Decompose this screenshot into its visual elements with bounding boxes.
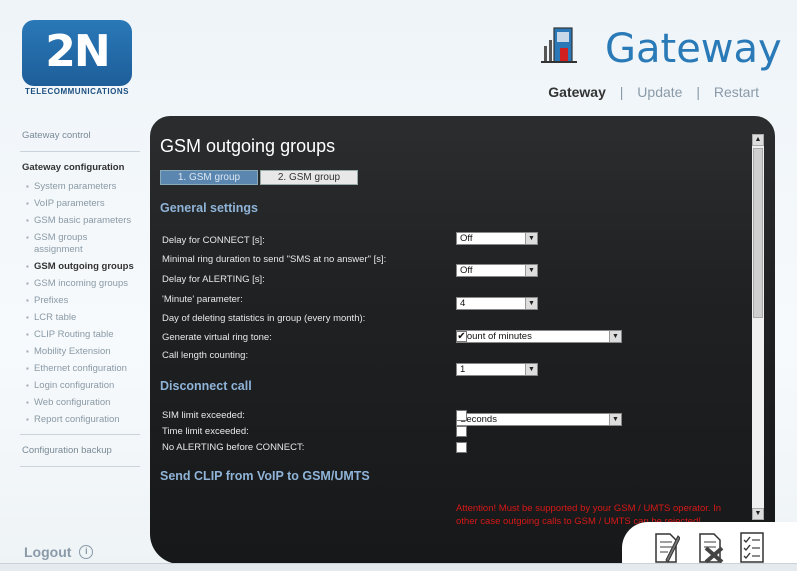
sidebar-item-voip-parameters[interactable]: VoIP parameters bbox=[20, 198, 140, 210]
sidebar-item-clip-routing-table[interactable]: CLIP Routing table bbox=[20, 329, 140, 341]
checkbox-generate-virtual-ring-tone[interactable]: ✔ bbox=[456, 331, 467, 342]
label-sim-limit-exceeded: SIM limit exceeded: bbox=[162, 410, 245, 421]
scrollbar-thumb[interactable] bbox=[753, 148, 763, 318]
select-delay-alerting[interactable]: 4 ▼ bbox=[456, 297, 538, 310]
checklist-icon[interactable] bbox=[738, 530, 766, 564]
section-send-clip: Send CLIP from VoIP to GSM/UMTS bbox=[160, 469, 370, 483]
sidebar-item-system-parameters[interactable]: System parameters bbox=[20, 181, 140, 193]
logout-label: Logout bbox=[24, 544, 72, 560]
label-day-deleting-statistics: Day of deleting statistics in group (eve… bbox=[162, 313, 366, 324]
edit-document-icon[interactable] bbox=[652, 530, 680, 564]
label-generate-virtual-ring-tone: Generate virtual ring tone: bbox=[162, 332, 272, 343]
select-value: 1 bbox=[460, 364, 466, 375]
sidebar-gateway-configuration[interactable]: Gateway configuration bbox=[20, 160, 140, 175]
select-call-length-counting[interactable]: Seconds ▼ bbox=[456, 413, 622, 426]
label-minimal-ring-duration: Minimal ring duration to send "SMS at no… bbox=[162, 254, 387, 265]
label-no-alerting-before-connect: No ALERTING before CONNECT: bbox=[162, 442, 305, 453]
sidebar-item-report-configuration[interactable]: Report configuration bbox=[20, 414, 140, 426]
select-value: Count of minutes bbox=[460, 331, 532, 342]
logo-subtitle: TELECOMMUNICATIONS bbox=[25, 87, 129, 96]
bottom-bar bbox=[0, 563, 797, 571]
sidebar-configuration-backup[interactable]: Configuration backup bbox=[20, 443, 140, 458]
logout-link[interactable]: Logout i bbox=[24, 544, 94, 560]
sidebar-divider bbox=[20, 434, 140, 435]
chevron-down-icon: ▼ bbox=[525, 364, 537, 375]
tab-gsm-group-1[interactable]: 1. GSM group bbox=[160, 170, 258, 185]
gateway-device-icon bbox=[541, 27, 577, 63]
section-disconnect-call: Disconnect call bbox=[160, 379, 252, 393]
warning-line: Attention! Must be supported by your GSM… bbox=[456, 503, 722, 514]
group-tabs: 1. GSM group 2. GSM group bbox=[160, 170, 360, 185]
checkbox-time-limit-exceeded[interactable] bbox=[456, 426, 467, 437]
sidebar-item-gsm-basic-parameters[interactable]: GSM basic parameters bbox=[20, 215, 140, 227]
info-icon: i bbox=[79, 545, 94, 559]
nav-separator: | bbox=[696, 84, 700, 100]
label-call-length-counting: Call length counting: bbox=[162, 350, 249, 361]
logo-text: 2N bbox=[45, 26, 110, 77]
label-delay-connect: Delay for CONNECT [s]: bbox=[162, 235, 265, 246]
sidebar-item-ethernet-configuration[interactable]: Ethernet configuration bbox=[20, 363, 140, 375]
sidebar-item-gsm-incoming-groups[interactable]: GSM incoming groups bbox=[20, 278, 140, 290]
scroll-down-arrow-icon[interactable]: ▼ bbox=[752, 508, 764, 520]
chevron-down-icon: ▼ bbox=[525, 298, 537, 309]
sidebar-gateway-control[interactable]: Gateway control bbox=[20, 128, 140, 143]
sidebar-item-prefixes[interactable]: Prefixes bbox=[20, 295, 140, 307]
checkbox-no-alerting-before-connect[interactable] bbox=[456, 442, 467, 453]
select-value: Off bbox=[460, 265, 473, 276]
company-logo: 2N bbox=[22, 20, 132, 86]
sidebar-item-web-configuration[interactable]: Web configuration bbox=[20, 397, 140, 409]
sidebar: Gateway control Gateway configuration Sy… bbox=[20, 128, 140, 475]
checkbox-sim-limit-exceeded[interactable] bbox=[456, 410, 467, 421]
label-time-limit-exceeded: Time limit exceeded: bbox=[162, 426, 249, 437]
delete-document-icon[interactable] bbox=[696, 530, 724, 564]
page-title: GSM outgoing groups bbox=[160, 136, 336, 156]
nav-separator: | bbox=[619, 84, 624, 100]
nav-gateway[interactable]: Gateway bbox=[548, 84, 606, 100]
main-panel: GSM outgoing groups 1. GSM group 2. GSM … bbox=[150, 116, 775, 564]
select-minute-parameter[interactable]: Count of minutes ▼ bbox=[456, 330, 622, 343]
select-value: Off bbox=[460, 233, 473, 244]
select-minimal-ring-duration[interactable]: Off ▼ bbox=[456, 264, 538, 277]
top-navigation: Gateway | Update | Restart bbox=[548, 84, 759, 100]
sidebar-divider bbox=[20, 466, 140, 467]
chevron-down-icon: ▼ bbox=[609, 331, 621, 342]
sidebar-item-lcr-table[interactable]: LCR table bbox=[20, 312, 140, 324]
sidebar-item-gsm-outgoing-groups[interactable]: GSM outgoing groups bbox=[20, 261, 140, 273]
product-title: Gateway bbox=[605, 26, 782, 72]
sidebar-divider bbox=[20, 151, 140, 152]
nav-restart[interactable]: Restart bbox=[714, 84, 759, 100]
sidebar-item-gsm-groups-assignment[interactable]: GSM groups assignment bbox=[20, 232, 120, 256]
scroll-up-arrow-icon[interactable]: ▲ bbox=[752, 134, 764, 146]
select-delay-connect[interactable]: Off ▼ bbox=[456, 232, 538, 245]
nav-update[interactable]: Update bbox=[637, 84, 682, 100]
check-icon: ✔ bbox=[457, 331, 466, 342]
vertical-scrollbar[interactable]: ▲ ▼ bbox=[752, 134, 764, 520]
label-minute-parameter: 'Minute' parameter: bbox=[162, 294, 243, 305]
chevron-down-icon: ▼ bbox=[525, 233, 537, 244]
section-general-settings: General settings bbox=[160, 201, 258, 215]
select-value: 4 bbox=[460, 298, 466, 309]
tab-gsm-group-2[interactable]: 2. GSM group bbox=[260, 170, 358, 185]
chevron-down-icon: ▼ bbox=[525, 265, 537, 276]
select-day-deleting-statistics[interactable]: 1 ▼ bbox=[456, 363, 538, 376]
chevron-down-icon: ▼ bbox=[609, 414, 621, 425]
sidebar-item-mobility-extension[interactable]: Mobility Extension bbox=[20, 346, 140, 358]
label-delay-alerting: Delay for ALERTING [s]: bbox=[162, 274, 265, 285]
sidebar-item-login-configuration[interactable]: Login configuration bbox=[20, 380, 140, 392]
